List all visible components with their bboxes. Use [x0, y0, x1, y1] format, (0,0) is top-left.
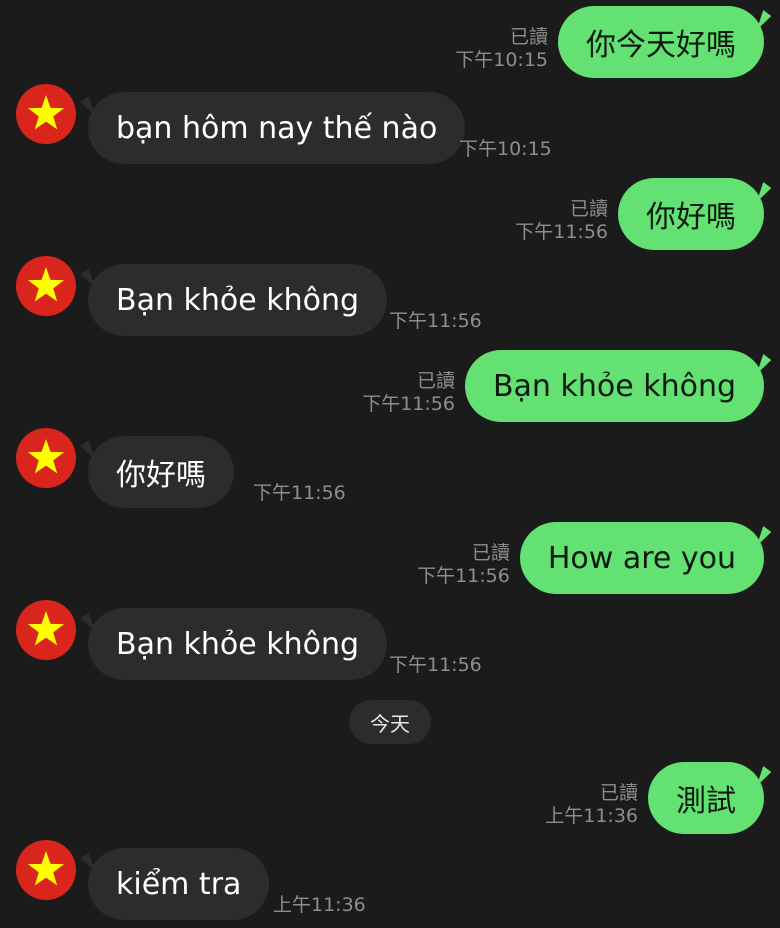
contact-avatar[interactable]	[16, 600, 76, 660]
message-time: 下午11:56	[417, 565, 510, 587]
message-time: 下午11:56	[515, 221, 608, 243]
chat-area[interactable]: 已讀 下午10:15 你今天好嗎 bạn hôm nay thế nào 下午1…	[0, 0, 780, 928]
message-outgoing: 已讀 下午11:56 How are you	[417, 522, 764, 594]
vietnam-flag-icon	[27, 267, 65, 302]
message-bubble[interactable]: 你今天好嗎	[558, 6, 764, 78]
message-bubble[interactable]: 測試	[648, 762, 764, 834]
message-time: 下午11:56	[389, 654, 482, 676]
message-bubble[interactable]: 你好嗎	[88, 436, 234, 508]
read-receipt: 已讀	[599, 782, 638, 804]
message-incoming: Bạn khỏe không 下午11:56	[0, 256, 780, 336]
message-time: 下午11:56	[253, 482, 346, 504]
contact-avatar[interactable]	[16, 256, 76, 316]
message-outgoing: 已讀 上午11:36 測試	[545, 762, 764, 834]
message-time: 下午10:15	[459, 138, 552, 160]
contact-avatar[interactable]	[16, 84, 76, 144]
read-receipt: 已讀	[471, 542, 510, 564]
message-incoming: Bạn khỏe không 下午11:56	[0, 600, 780, 680]
message-bubble[interactable]: kiểm tra	[88, 848, 270, 920]
message-time: 下午11:56	[389, 310, 482, 332]
message-meta: 已讀 上午11:36	[545, 782, 638, 828]
vietnam-flag-icon	[27, 851, 65, 886]
message-outgoing: 已讀 下午11:56 你好嗎	[515, 178, 764, 250]
contact-avatar[interactable]	[16, 840, 76, 900]
vietnam-flag-icon	[27, 439, 65, 474]
vietnam-flag-icon	[27, 611, 65, 646]
message-incoming: 你好嗎 下午11:56	[0, 428, 780, 508]
message-time: 下午11:56	[362, 393, 455, 415]
message-outgoing: 已讀 下午11:56 Bạn khỏe không	[362, 350, 764, 422]
read-receipt: 已讀	[569, 198, 608, 220]
contact-avatar[interactable]	[16, 428, 76, 488]
message-meta: 已讀 下午11:56	[515, 198, 608, 244]
message-time: 上午11:36	[545, 805, 638, 827]
message-bubble[interactable]: Bạn khỏe không	[464, 350, 764, 422]
message-time: 下午10:15	[455, 49, 548, 71]
read-receipt: 已讀	[416, 370, 455, 392]
date-separator: 今天	[349, 700, 431, 744]
message-incoming: kiểm tra 上午11:36	[0, 840, 780, 920]
message-time: 上午11:36	[273, 894, 366, 916]
message-bubble[interactable]: Bạn khỏe không	[88, 608, 388, 680]
read-receipt: 已讀	[509, 26, 548, 48]
message-bubble[interactable]: Bạn khỏe không	[88, 264, 388, 336]
message-incoming: bạn hôm nay thế nào 下午10:15	[0, 84, 780, 164]
message-meta: 已讀 下午11:56	[417, 542, 510, 588]
message-bubble[interactable]: bạn hôm nay thế nào	[88, 92, 466, 164]
message-meta: 已讀 下午11:56	[362, 370, 455, 416]
message-meta: 已讀 下午10:15	[455, 26, 548, 72]
message-bubble[interactable]: 你好嗎	[618, 178, 764, 250]
vietnam-flag-icon	[27, 95, 65, 130]
message-bubble[interactable]: How are you	[519, 522, 764, 594]
message-outgoing: 已讀 下午10:15 你今天好嗎	[455, 6, 764, 78]
